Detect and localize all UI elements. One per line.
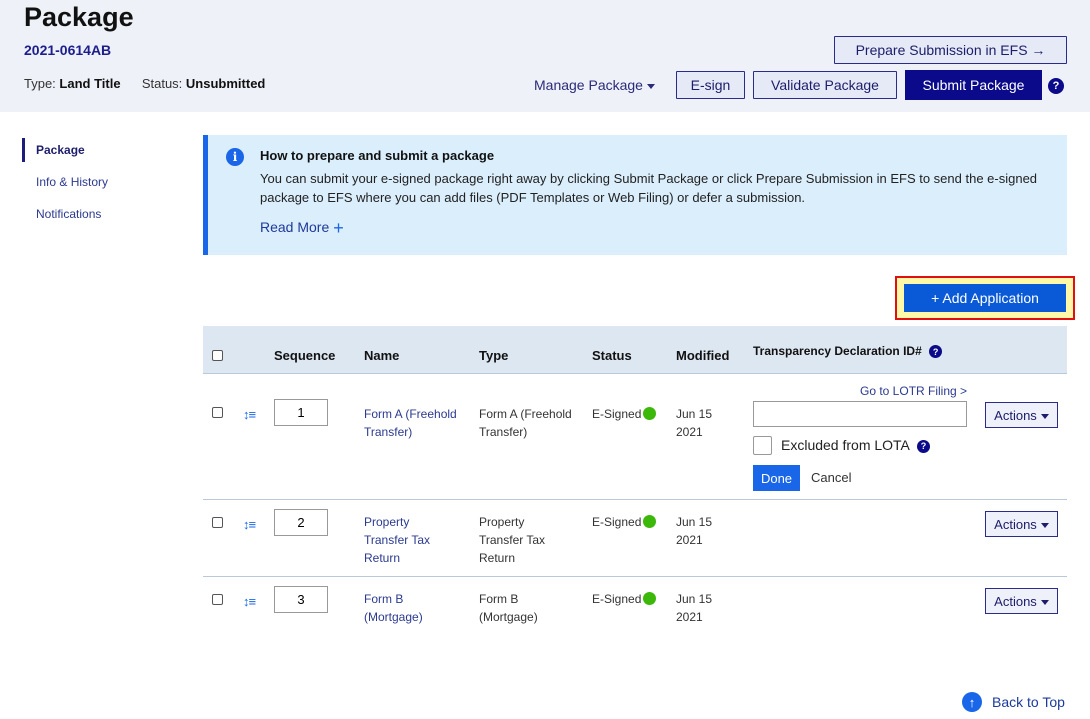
reorder-icon[interactable]: ↕≡	[243, 594, 256, 609]
row-checkbox[interactable]	[212, 517, 223, 528]
status-text: E-Signed	[592, 592, 642, 606]
modified-date: Jun 15 2021	[676, 405, 712, 441]
type-value: Land Title	[59, 76, 121, 91]
sidebar-item-info-history[interactable]: Info & History	[22, 170, 172, 194]
caret-down-icon	[1040, 522, 1049, 528]
add-application-button[interactable]: + Add Application	[904, 284, 1066, 312]
sequence-input[interactable]	[274, 399, 328, 426]
header-tdid-label: Transparency Declaration ID#	[753, 344, 922, 358]
application-type: Property Transfer Tax Return	[479, 515, 546, 565]
row-checkbox[interactable]	[212, 594, 223, 605]
actions-label: Actions	[994, 593, 1037, 609]
modified-date-line1: Jun 15	[676, 515, 713, 529]
tdid-input[interactable]	[753, 401, 967, 427]
plus-icon: +	[333, 218, 344, 238]
reorder-icon[interactable]: ↕≡	[243, 407, 256, 422]
esign-button[interactable]: E-sign	[676, 71, 745, 99]
done-button[interactable]: Done	[753, 465, 800, 491]
application-name-link[interactable]: Form B (Mortgage)	[364, 590, 444, 626]
modified-date-line1: Jun 15	[676, 407, 713, 421]
caret-down-icon	[1040, 413, 1049, 419]
status-text: E-Signed	[592, 407, 642, 421]
table-row: ↕≡ Form B (Mortgage) Form B (Mortgage) E…	[203, 577, 1067, 647]
applications-table: Sequence Name Type Status Modified Trans…	[203, 326, 1067, 647]
manage-package-dropdown[interactable]: Manage Package	[534, 77, 655, 93]
back-to-top-label: Back to Top	[992, 694, 1065, 710]
help-icon[interactable]: ?	[917, 439, 931, 453]
status-cell: E-Signed	[592, 513, 657, 531]
excluded-label-text: Excluded from LOTA	[781, 437, 910, 453]
read-more-link[interactable]: Read More +	[260, 218, 344, 239]
header-status: Status	[592, 348, 632, 363]
actions-label: Actions	[994, 407, 1037, 423]
modified-date: Jun 15 2021	[676, 513, 712, 549]
table-row: ↕≡ Property Transfer Tax Return Property…	[203, 500, 1067, 577]
excluded-from-lota-checkbox[interactable]	[753, 436, 772, 455]
status-dot-icon	[643, 515, 657, 528]
header-tdid: Transparency Declaration ID# ?	[753, 344, 943, 359]
package-id: 2021-0614AB	[24, 42, 112, 58]
caret-down-icon	[1040, 599, 1049, 605]
modified-date-line1: Jun 15	[676, 592, 713, 606]
type-label: Type:	[24, 76, 56, 91]
status-label: Status:	[141, 76, 183, 91]
read-more-label: Read More	[260, 219, 330, 235]
sidebar-nav: Package Info & History Notifications	[22, 138, 172, 234]
application-name-link[interactable]: Property Transfer Tax Return	[364, 513, 444, 567]
sidebar-item-notifications[interactable]: Notifications	[22, 202, 172, 226]
status-cell: E-Signed	[592, 405, 657, 423]
alert-body: You can submit your e-signed package rig…	[260, 171, 1038, 205]
excluded-from-lota-label: Excluded from LOTA ?	[781, 437, 931, 453]
actions-dropdown-button[interactable]: Actions	[985, 402, 1058, 428]
submit-package-button[interactable]: Submit Package	[905, 70, 1042, 100]
info-alert: i How to prepare and submit a package Yo…	[203, 135, 1067, 255]
actions-dropdown-button[interactable]: Actions	[985, 588, 1058, 614]
help-icon[interactable]: ?	[1048, 78, 1064, 94]
caret-down-icon	[646, 83, 655, 89]
select-all-checkbox[interactable]	[212, 350, 223, 361]
modified-date-line2: 2021	[676, 533, 703, 547]
status-dot-icon	[643, 407, 657, 420]
cancel-link[interactable]: Cancel	[811, 470, 851, 485]
status-value: Unsubmitted	[185, 76, 266, 91]
application-name-link[interactable]: Form A (Freehold Transfer)	[364, 405, 469, 441]
help-icon[interactable]: ?	[929, 345, 943, 359]
row-checkbox[interactable]	[212, 407, 223, 418]
page-title: Package	[24, 2, 134, 32]
package-meta: Type: Land Title Status: Unsubmitted	[24, 76, 265, 91]
reorder-icon[interactable]: ↕≡	[243, 517, 256, 532]
alert-title: How to prepare and submit a package	[260, 148, 495, 163]
sequence-input[interactable]	[274, 509, 328, 536]
header-name: Name	[364, 348, 400, 363]
info-icon: i	[226, 148, 244, 166]
prepare-submission-button[interactable]: Prepare Submission in EFS →	[834, 36, 1067, 64]
validate-package-button[interactable]: Validate Package	[753, 71, 897, 99]
modified-date-line2: 2021	[676, 610, 703, 624]
go-to-lotr-filing-link[interactable]: Go to LOTR Filing >	[860, 384, 967, 398]
application-type: Form B (Mortgage)	[479, 592, 538, 624]
header-modified: Modified	[676, 348, 730, 363]
actions-label: Actions	[994, 516, 1037, 532]
application-type: Form A (Freehold Transfer)	[479, 407, 572, 439]
header-type: Type	[479, 348, 509, 363]
sequence-input[interactable]	[274, 586, 328, 613]
page-header: Package 2021-0614AB Type: Land Title Sta…	[0, 0, 1090, 112]
modified-date-line2: 2021	[676, 425, 703, 439]
back-to-top-link[interactable]: ↑ Back to Top	[962, 692, 1065, 712]
status-text: E-Signed	[592, 515, 642, 529]
modified-date: Jun 15 2021	[676, 590, 712, 626]
actions-dropdown-button[interactable]: Actions	[985, 511, 1058, 537]
status-dot-icon	[643, 592, 657, 605]
table-row: ↕≡ Form A (Freehold Transfer) Form A (Fr…	[203, 374, 1067, 500]
arrow-up-icon: ↑	[962, 692, 982, 712]
table-header: Sequence Name Type Status Modified Trans…	[203, 326, 1067, 374]
sidebar-item-package[interactable]: Package	[22, 138, 172, 162]
status-cell: E-Signed	[592, 590, 657, 608]
manage-package-label: Manage Package	[534, 77, 643, 93]
header-sequence: Sequence	[274, 348, 336, 363]
